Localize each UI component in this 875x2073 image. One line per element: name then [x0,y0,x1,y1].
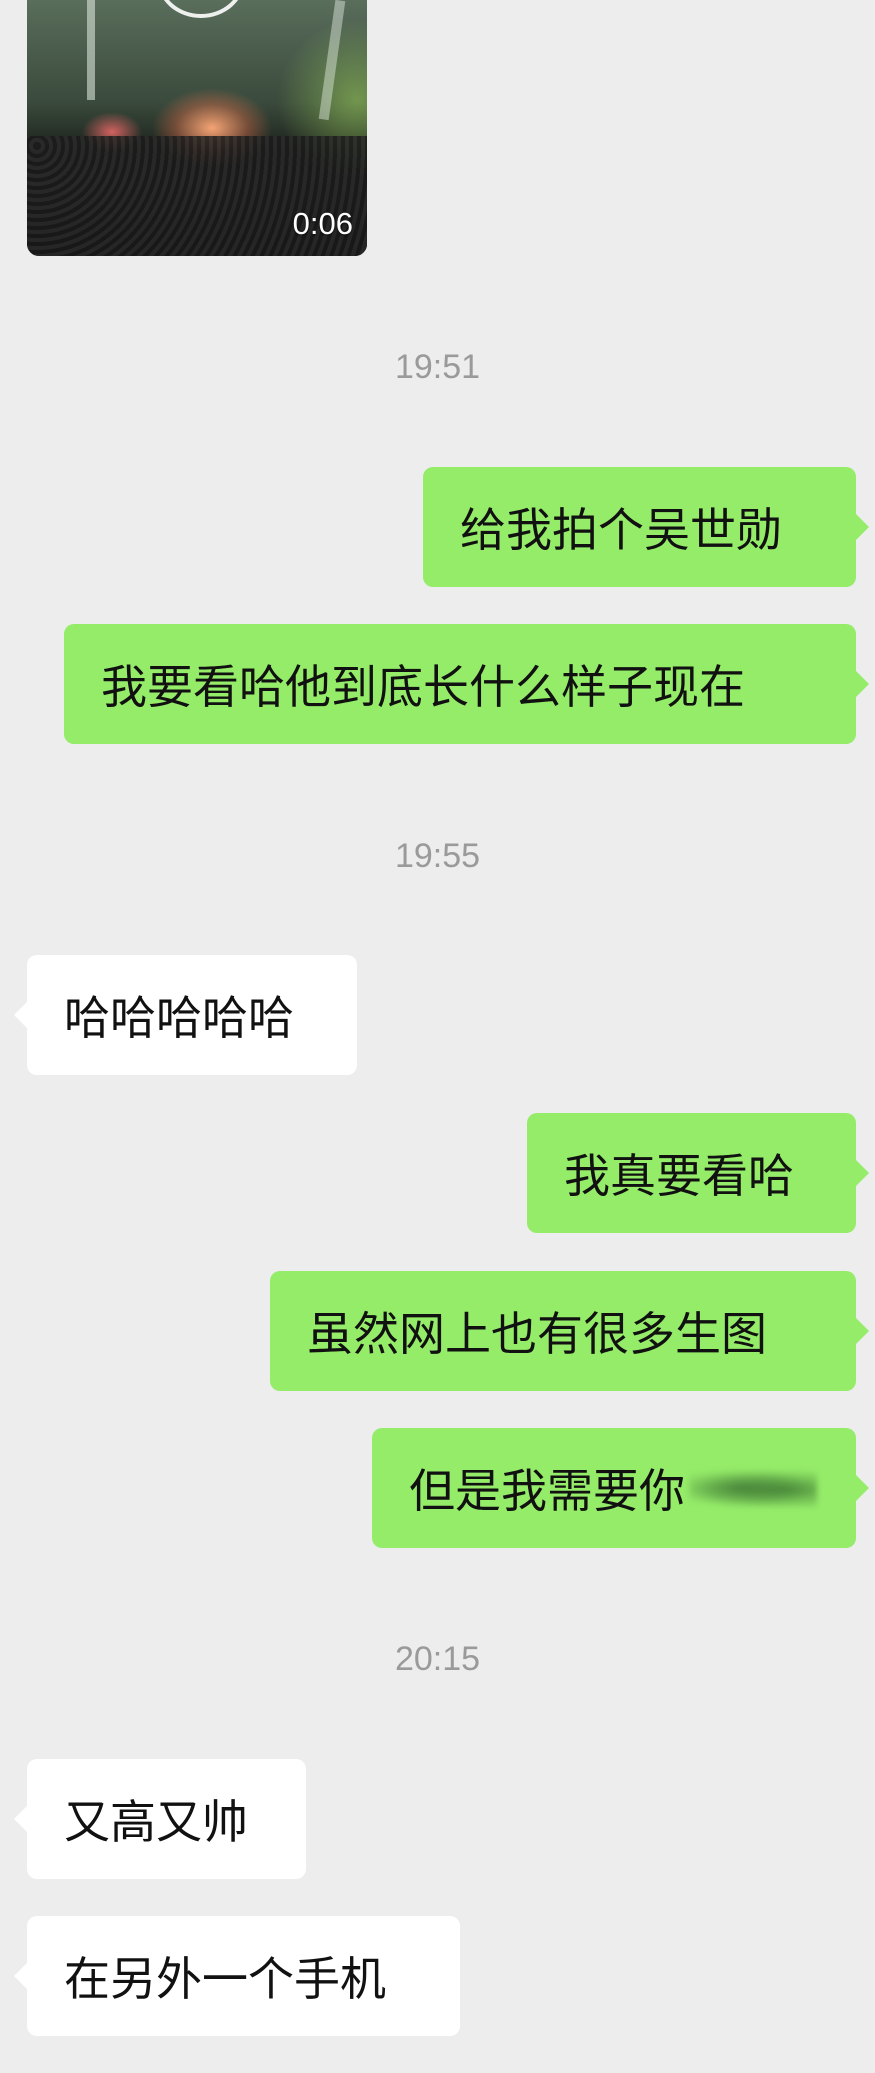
message-bubble-sent[interactable]: 我要看哈他到底长什么样子现在 [64,624,869,744]
message-text: 我要看哈他到底长什么样子现在 [101,660,745,714]
video-duration: 0:06 [292,206,353,241]
message-text: 虽然网上也有很多生图 [307,1307,767,1361]
play-icon[interactable] [157,0,245,18]
thumbnail-tree-decoration [87,0,95,100]
redacted-emoji-blur [689,1469,817,1507]
message-bubble-sent[interactable]: 虽然网上也有很多生图 [270,1271,869,1391]
message-text: 在另外一个手机 [64,1952,386,2006]
message-text: 又高又帅 [64,1795,248,1849]
thumbnail-tree-decoration [318,0,346,121]
message-text: 给我拍个吴世勋 [460,503,782,557]
message-bubble-received[interactable]: 又高又帅 [14,1759,306,1879]
message-bubble-received[interactable]: 哈哈哈哈哈 [14,955,357,1075]
video-message-thumbnail[interactable]: 0:06 [27,0,367,256]
message-bubble-sent[interactable]: 给我拍个吴世勋 [423,467,869,587]
timestamp: 20:15 [394,1640,481,1678]
message-bubble-sent[interactable]: 但是我需要你 [372,1428,869,1548]
message-text: 哈哈哈哈哈 [64,991,294,1045]
message-text: 但是我需要你 [409,1464,685,1518]
message-text: 我真要看哈 [564,1149,794,1203]
timestamp: 19:55 [394,837,481,875]
message-bubble-sent[interactable]: 我真要看哈 [527,1113,869,1233]
timestamp: 19:51 [394,348,481,386]
message-bubble-received[interactable]: 在另外一个手机 [14,1916,460,2036]
